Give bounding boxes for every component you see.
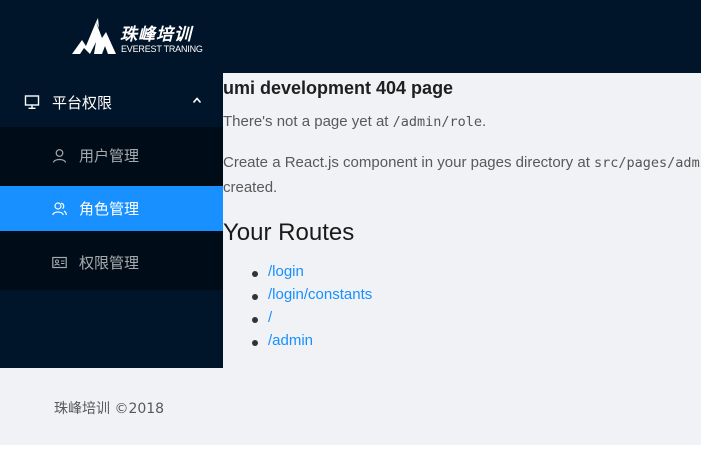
submenu-list: 用户管理 角色管理 权限管理 [0,127,223,290]
sidebar: 平台权限 用户管理 角色管理 权限管理 [0,73,223,368]
missing-page-message: There's not a page yet at /admin/role. [223,113,486,130]
submenu-label: 平台权限 [52,94,113,112]
bullet [252,294,258,300]
list-item: /login [252,263,452,286]
copyright-text: 珠峰培训 ©2018 [54,401,165,417]
sidebar-item-label: 角色管理 [79,200,140,218]
team-icon [52,202,67,216]
list-item: /admin [252,332,452,355]
hint-text: Create a React.js component in your page… [223,154,595,171]
route-link[interactable]: /admin [268,332,313,349]
chevron-up-icon[interactable] [192,96,202,104]
file-path: src/pages/admin/role.js [594,155,701,171]
brand-name-en: EVEREST TRANING [121,44,203,54]
user-icon [52,149,67,163]
create-component-hint: Create a React.js component in your page… [223,154,701,171]
sidebar-item-permission-management[interactable]: 权限管理 [0,240,223,285]
routes-list: /login /login/constants / /admin [252,263,452,355]
routes-heading: Your Routes [223,219,355,246]
list-item: /login/constants [252,286,452,309]
sidebar-item-label: 用户管理 [79,147,140,165]
page-footer: 珠峰培训 ©2018 [0,368,701,445]
route-path: /admin/role [392,114,483,130]
bullet [252,317,258,323]
desktop-icon [24,95,40,110]
sidebar-item-label: 权限管理 [79,254,140,272]
brand-logo[interactable]: 珠峰培训 EVEREST TRANING [72,18,212,58]
mountain-logo-icon [72,18,116,54]
app-header: 珠峰培训 EVEREST TRANING [0,0,701,73]
hint-text: created. [223,179,278,196]
id-card-icon [52,256,67,269]
bullet [252,271,258,277]
sidebar-item-role-management[interactable]: 角色管理 [0,186,223,231]
submenu-platform-permissions[interactable]: 平台权限 [0,75,223,129]
create-component-hint-continued: created. [223,179,277,196]
bullet [252,340,258,346]
main-content: umi development 404 page There's not a p… [223,73,701,368]
route-link[interactable]: / [268,309,272,326]
page-title: umi development 404 page [223,78,454,98]
brand-name-cn: 珠峰培训 [120,25,192,45]
route-link[interactable]: /login [268,263,304,280]
message-text: There's not a page yet at [223,113,393,130]
message-text: . [482,113,487,130]
list-item: / [252,309,452,332]
sidebar-item-user-management[interactable]: 用户管理 [0,133,223,178]
route-link[interactable]: /login/constants [268,286,372,303]
